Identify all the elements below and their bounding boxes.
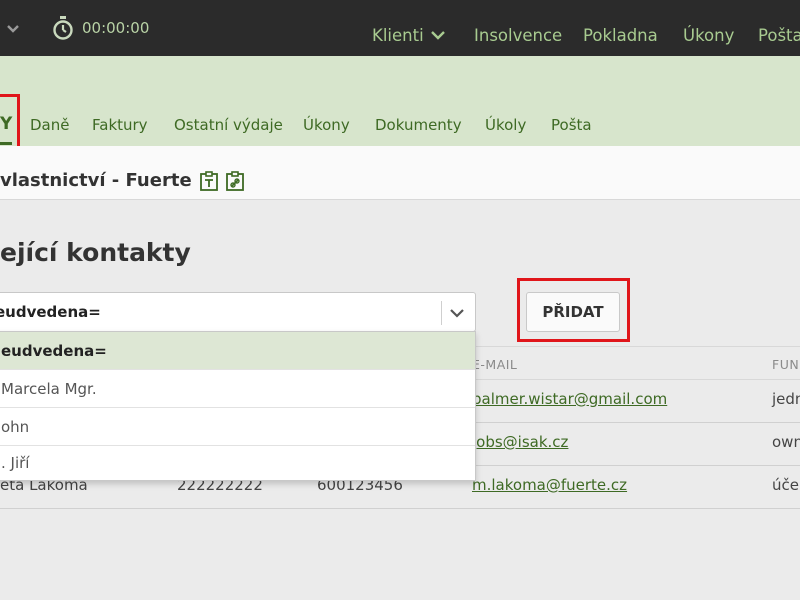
nav-clients[interactable]: Klienti: [372, 24, 446, 46]
column-header-email: E-MAIL: [472, 357, 518, 372]
tab-ukony[interactable]: Úkony: [303, 116, 350, 134]
nav-posta[interactable]: Pošta: [758, 24, 800, 46]
nav-label: Pošta: [758, 25, 800, 45]
timer-value: 00:00:00: [82, 19, 150, 37]
chevron-down-icon: [430, 31, 445, 40]
client-tabs: Y Daně Faktury Ostatní výdaje Úkony Doku…: [0, 108, 800, 146]
function-cell: jedn: [772, 390, 800, 408]
tab-faktury[interactable]: Faktury: [92, 116, 148, 134]
nav-label: Insolvence: [474, 25, 563, 45]
nav-label: Klienti: [372, 25, 424, 45]
function-cell: úče: [772, 476, 799, 494]
function-cell: own: [772, 433, 800, 451]
email-cell: m.lakoma@fuerte.cz: [472, 476, 627, 494]
select-divider: [441, 301, 442, 325]
select-option[interactable]: ohn: [0, 408, 475, 446]
section-title: ející kontakty: [0, 238, 191, 267]
tab-dane[interactable]: Daně: [30, 116, 69, 134]
email-cell: jobs@isak.cz: [472, 433, 568, 451]
timer[interactable]: 00:00:00: [52, 16, 149, 40]
nav-label: Pokladna: [583, 25, 658, 45]
email-cell: palmer.wistar@gmail.com: [472, 390, 667, 408]
tab-ukoly[interactable]: Úkoly: [485, 116, 526, 134]
page-title: vlastnictví - Fuerte: [0, 170, 192, 191]
nav-pokladna[interactable]: Pokladna: [583, 24, 658, 46]
email-link[interactable]: m.lakoma@fuerte.cz: [472, 476, 627, 494]
tab-ostatni-vydaje[interactable]: Ostatní výdaje: [174, 116, 283, 134]
select-option[interactable]: Marcela Mgr.: [0, 370, 475, 408]
highlight-box-button: [517, 278, 630, 342]
nav-label: Úkony: [683, 25, 735, 45]
link-icon[interactable]: [225, 170, 244, 191]
chevron-down-icon[interactable]: [6, 22, 20, 36]
select-option[interactable]: . Jiří: [0, 444, 475, 482]
edit-icon[interactable]: [199, 170, 218, 191]
nav-insolvence[interactable]: Insolvence: [474, 24, 562, 46]
chevron-down-icon[interactable]: [449, 305, 465, 321]
title-bar: vlastnictví - Fuerte: [0, 146, 800, 200]
select-value: eudvedena=: [0, 303, 101, 321]
top-bar: 00:00:00 Klienti Insolvence Pokladna Úko…: [0, 0, 800, 56]
stopwatch-icon: [53, 16, 73, 40]
column-header-function: FUN: [772, 357, 800, 372]
email-link[interactable]: palmer.wistar@gmail.com: [472, 390, 667, 408]
option-label: Marcela Mgr.: [1, 380, 97, 398]
email-link[interactable]: jobs@isak.cz: [472, 433, 568, 451]
contact-select[interactable]: eudvedena=: [0, 292, 476, 332]
nav-ukony[interactable]: Úkony: [683, 24, 734, 46]
option-label: ohn: [1, 418, 30, 436]
tab-posta[interactable]: Pošta: [551, 116, 592, 134]
option-label: . Jiří: [1, 454, 30, 472]
highlight-box-tab: [0, 94, 20, 154]
page-title-row: vlastnictví - Fuerte: [0, 170, 244, 191]
select-dropdown-menu: eudvedena= Marcela Mgr. ohn . Jiří: [0, 331, 476, 481]
select-option[interactable]: eudvedena=: [0, 332, 475, 370]
tab-dokumenty[interactable]: Dokumenty: [375, 116, 462, 134]
option-label: eudvedena=: [1, 342, 107, 360]
